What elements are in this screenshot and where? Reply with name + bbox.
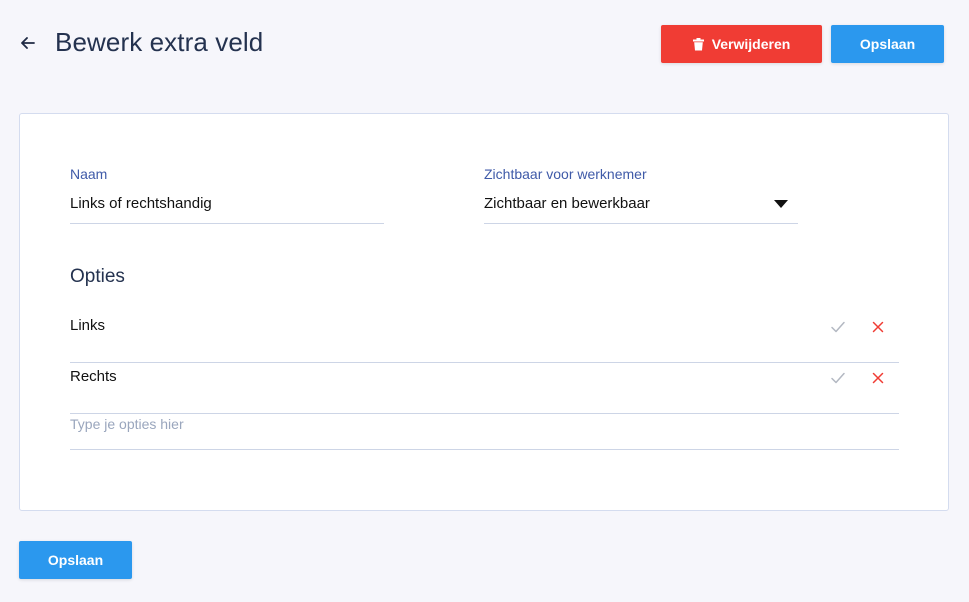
edit-field-card: Naam Links of rechtshandig Zichtbaar voo… [19,113,949,511]
option-label[interactable]: Rechts [70,368,117,385]
option-row: Rechts [70,363,899,414]
delete-button[interactable]: Verwijderen [661,25,822,63]
name-input-underline [70,223,384,224]
option-label[interactable]: Links [70,317,105,334]
visibility-select-underline [484,223,798,224]
save-button-label: Opslaan [859,36,916,52]
page-header: Bewerk extra veld Verwijderen Opslaan [0,0,969,90]
trash-icon [692,37,704,50]
options-title: Opties [70,266,125,287]
name-label: Naam [70,166,108,182]
save-button-label: Opslaan [47,552,104,568]
visibility-select-value: Zichtbaar en bewerkbaar [484,195,650,212]
option-row: Links [70,312,899,363]
close-icon[interactable] [870,370,886,386]
close-icon[interactable] [870,319,886,335]
save-button-top[interactable]: Opslaan [831,25,944,63]
delete-button-label: Verwijderen [711,36,791,52]
check-icon[interactable] [829,319,847,335]
caret-down-icon [774,200,788,208]
save-button-bottom[interactable]: Opslaan [19,541,132,579]
visibility-label: Zichtbaar voor werknemer [484,166,647,182]
visibility-select[interactable]: Zichtbaar en bewerkbaar [484,186,798,224]
arrow-left-icon [21,37,35,49]
back-button[interactable] [18,33,38,53]
check-icon[interactable] [829,370,847,386]
name-input[interactable]: Links of rechtshandig [70,195,212,212]
new-option-input[interactable] [70,410,899,450]
page-title: Bewerk extra veld [55,27,264,57]
